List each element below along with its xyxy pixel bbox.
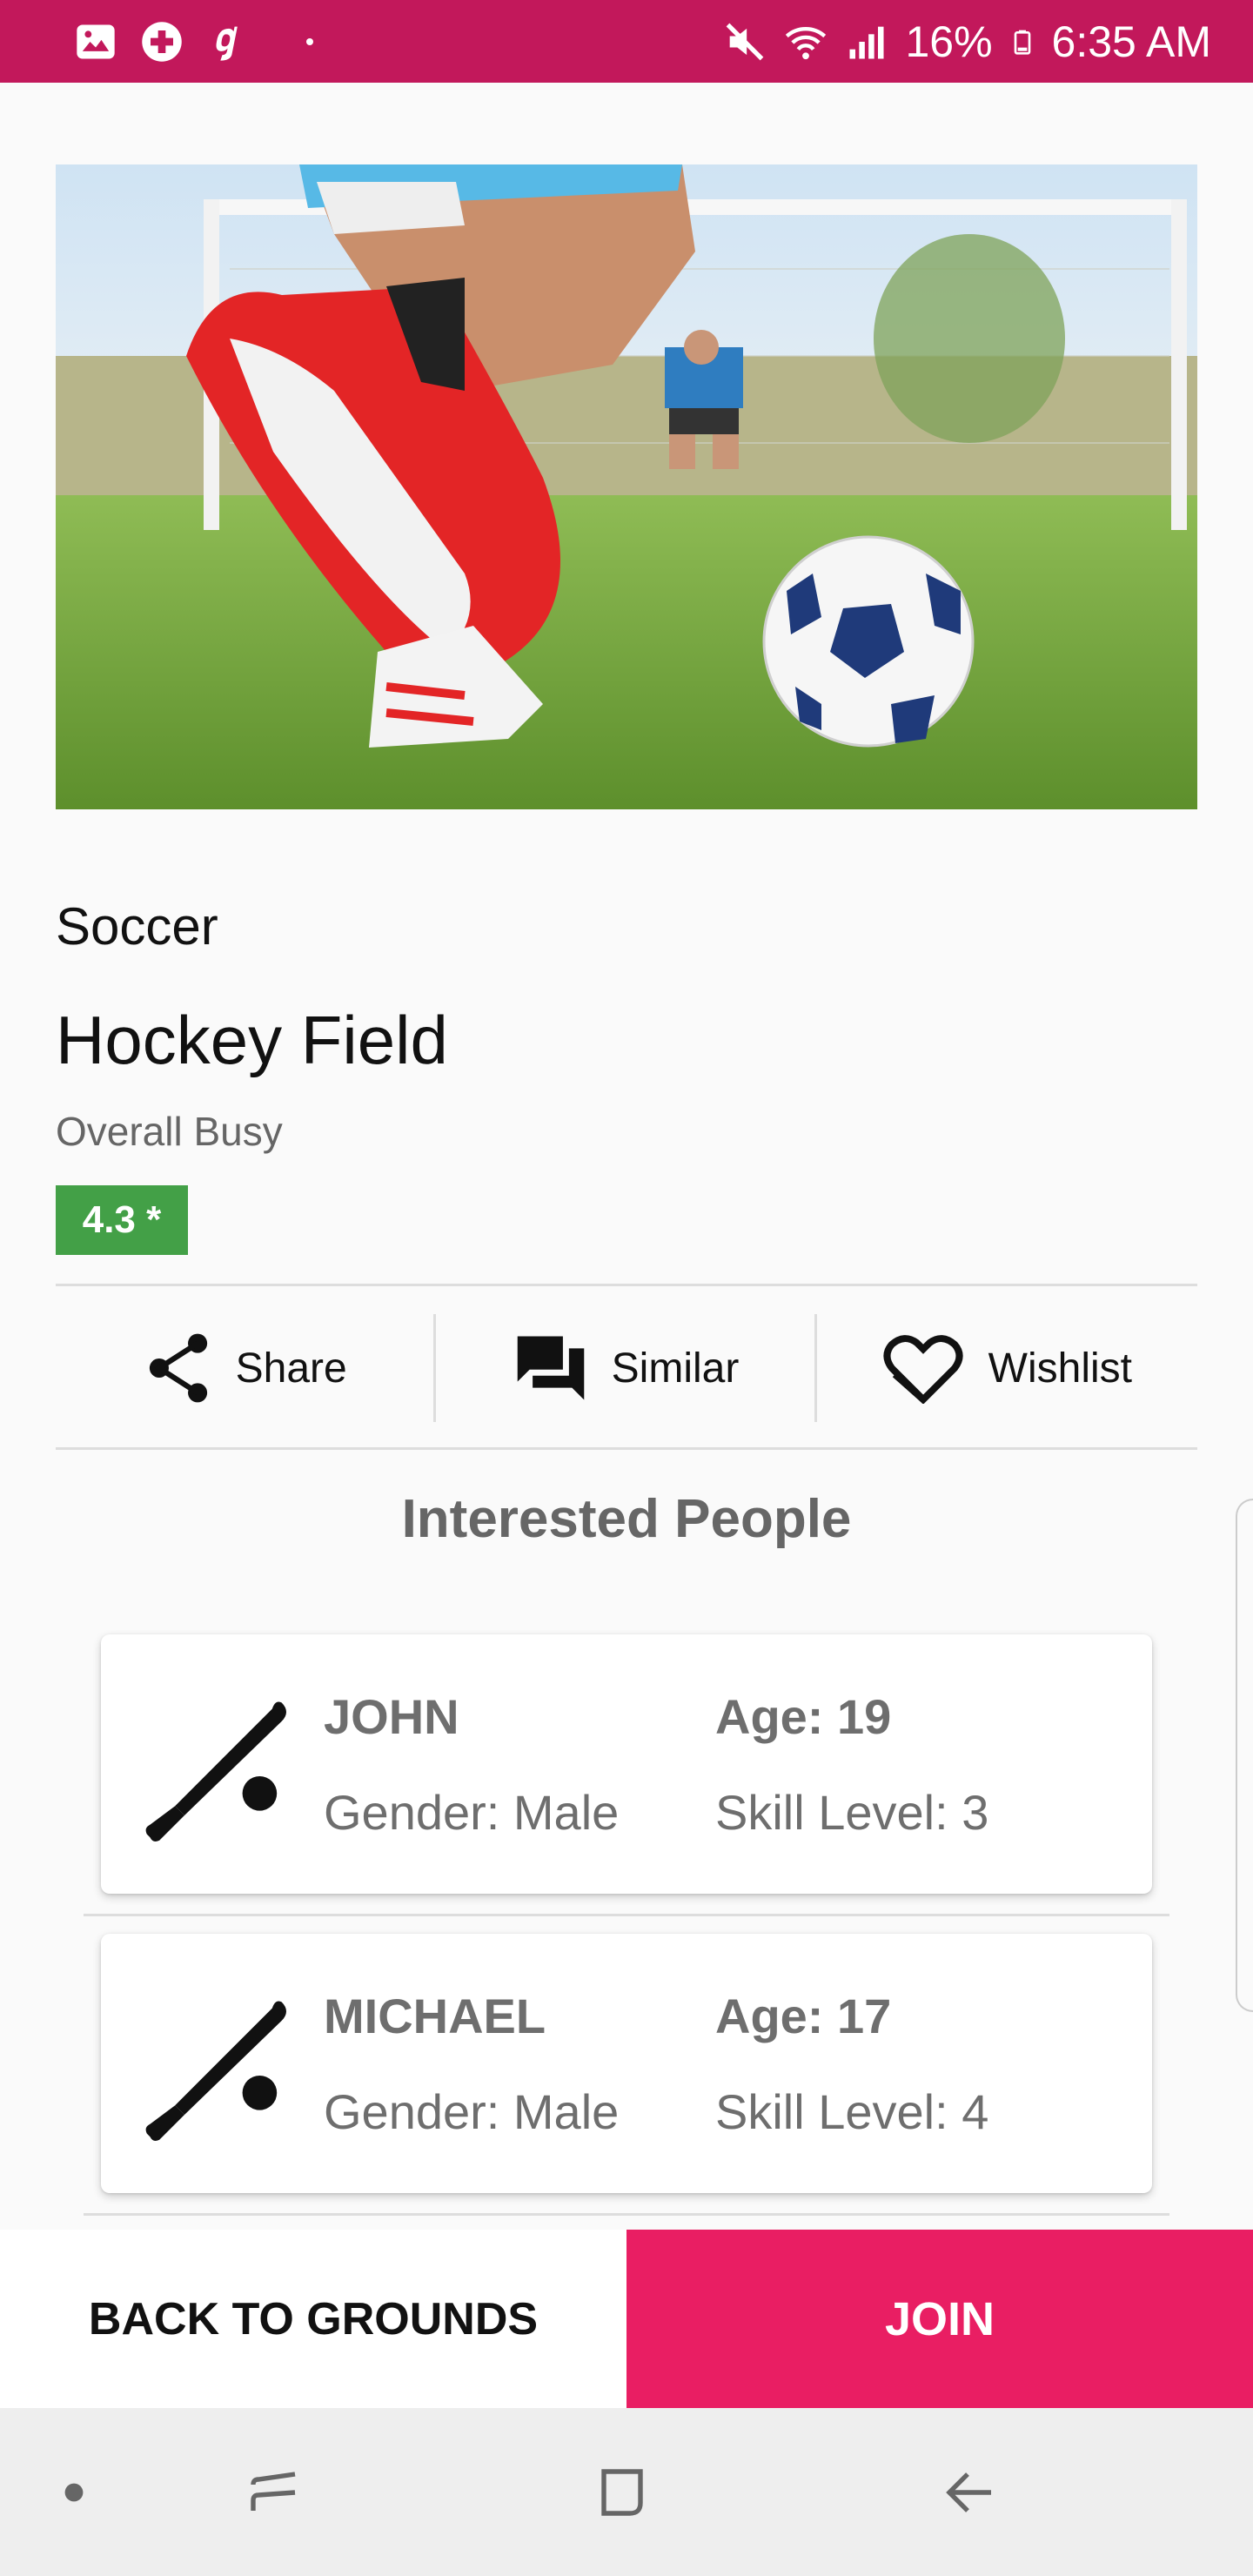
divider — [56, 1447, 1197, 1450]
g-app-icon — [216, 26, 238, 61]
person-card[interactable]: MICHAEL Age: 17 Gender: Male Skill Level… — [101, 1934, 1152, 2193]
wishlist-label: Wishlist — [988, 1345, 1132, 1392]
status-bar: 16% 6:35 AM — [0, 0, 1253, 83]
divider — [84, 1914, 1169, 1916]
share-label: Share — [235, 1345, 347, 1392]
person-age: Age: 17 — [715, 1989, 892, 2043]
separator — [433, 1314, 436, 1422]
share-icon — [149, 1333, 207, 1403]
person-gender: Gender: Male — [324, 1785, 620, 1840]
join-button[interactable]: JOIN — [626, 2230, 1253, 2408]
separator — [814, 1314, 817, 1422]
person-skill: Skill Level: 3 — [715, 1785, 989, 1840]
health-plus-icon — [142, 21, 182, 62]
similar-button[interactable]: Similar — [436, 1286, 816, 1450]
notification-dot — [306, 37, 313, 45]
battery-icon — [1014, 30, 1030, 55]
chat-bubbles-icon — [517, 1336, 584, 1400]
wifi-icon — [786, 26, 827, 59]
baseball-bat-icon — [145, 2001, 286, 2141]
battery-percent: 16% — [905, 17, 993, 66]
dot-icon[interactable] — [35, 2408, 113, 2576]
navigation-bar — [0, 2408, 1253, 2576]
back-icon[interactable] — [914, 2408, 1027, 2576]
recents-icon[interactable] — [218, 2408, 331, 2576]
person-name: MICHAEL — [324, 1989, 546, 2043]
action-row: Share Similar Wishlist — [56, 1286, 1197, 1450]
baseball-bat-icon — [145, 1701, 286, 1841]
divider — [84, 2213, 1169, 2216]
heart-icon — [883, 1335, 963, 1404]
interested-people-title: Interested People — [401, 1489, 852, 1549]
busy-status: Overall Busy — [56, 1109, 283, 1154]
similar-label: Similar — [611, 1345, 740, 1392]
person-gender: Gender: Male — [324, 2084, 620, 2139]
person-age: Age: 19 — [715, 1689, 892, 1744]
clock: 6:35 AM — [1051, 17, 1211, 66]
share-button[interactable]: Share — [56, 1286, 436, 1450]
person-skill: Skill Level: 4 — [715, 2084, 989, 2139]
back-to-grounds-button[interactable]: BACK TO GROUNDS — [0, 2230, 626, 2408]
scroll-handle[interactable] — [1236, 1499, 1253, 2012]
rating-badge: 4.3 * — [56, 1185, 188, 1255]
ground-title: Hockey Field — [56, 1002, 448, 1078]
ground-photo — [56, 164, 1197, 809]
signal-icon — [849, 26, 884, 58]
person-name: JOHN — [324, 1689, 459, 1744]
home-icon[interactable] — [566, 2408, 679, 2576]
wishlist-button[interactable]: Wishlist — [817, 1286, 1197, 1450]
mute-icon — [727, 23, 764, 60]
gallery-icon — [77, 24, 115, 58]
person-card[interactable]: JOHN Age: 19 Gender: Male Skill Level: 3 — [101, 1634, 1152, 1894]
sport-name: Soccer — [56, 897, 218, 956]
